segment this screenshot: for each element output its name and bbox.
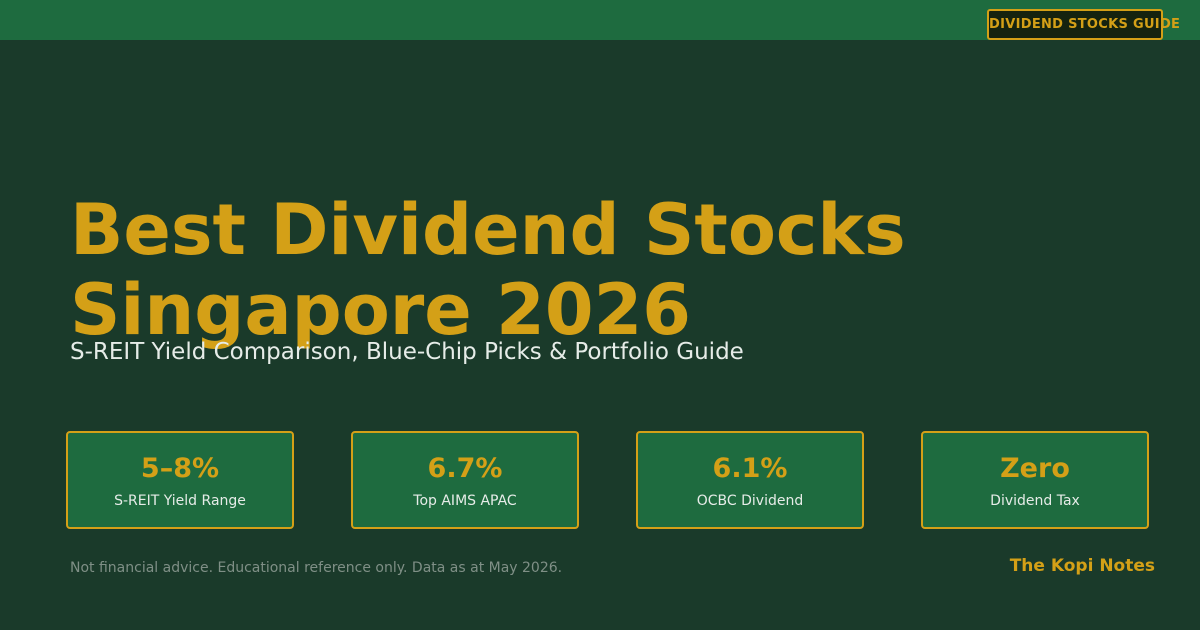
page-title-line-1: Best Dividend Stocks <box>70 189 906 271</box>
stat-card-ocbc-dividend: 6.1% OCBC Dividend <box>636 431 864 529</box>
stat-value: 6.1% <box>712 453 788 484</box>
category-badge: DIVIDEND STOCKS GUIDE <box>987 9 1180 40</box>
stat-value: Zero <box>1000 453 1070 484</box>
page-title: Best Dividend Stocks Singapore 2026 <box>70 190 1070 350</box>
disclaimer-text: Not financial advice. Educational refere… <box>70 560 563 576</box>
stat-value: 5–8% <box>140 453 220 484</box>
stat-label: Top AIMS APAC <box>413 493 517 509</box>
brand-name: The Kopi Notes <box>1009 556 1155 576</box>
stat-label: Dividend Tax <box>990 493 1080 509</box>
stat-card-sreit-yield: 5–8% S-REIT Yield Range <box>66 431 294 529</box>
stat-label: OCBC Dividend <box>696 493 804 509</box>
stat-card-dividend-tax: Zero Dividend Tax <box>921 431 1149 529</box>
stat-label: S-REIT Yield Range <box>114 493 246 509</box>
page-subtitle: S-REIT Yield Comparison, Blue-Chip Picks… <box>70 339 744 365</box>
stat-card-aims-apac: 6.7% Top AIMS APAC <box>351 431 579 529</box>
stat-value: 6.7% <box>427 453 503 484</box>
